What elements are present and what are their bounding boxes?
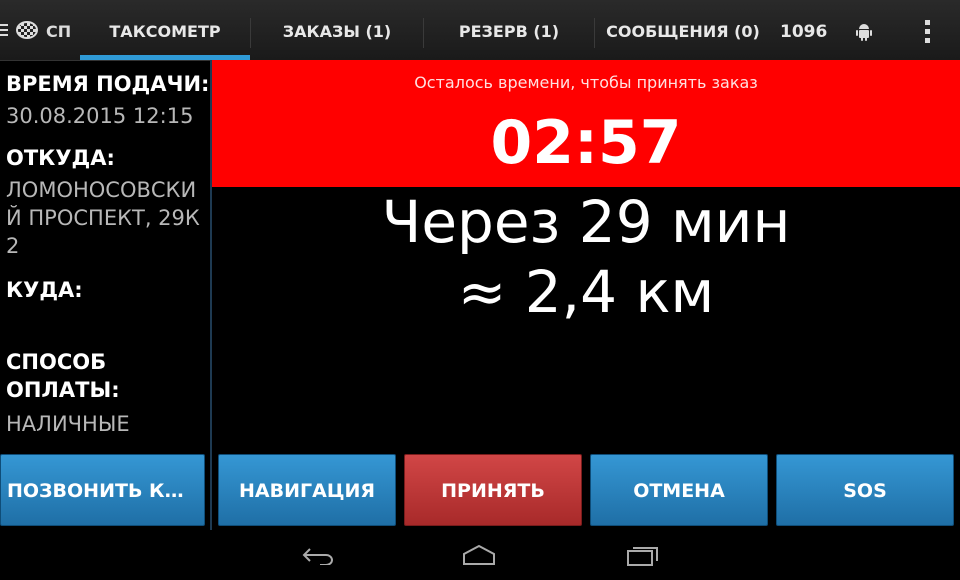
cancel-button[interactable]: ОТМЕНА (590, 454, 768, 526)
tab-messages[interactable]: СООБЩЕНИЯ (0) (598, 0, 768, 60)
tab-orders[interactable]: ЗАКАЗЫ (1) (251, 0, 423, 60)
payment-value: НАЛИЧНЫЕ (6, 412, 130, 436)
timer-countdown: 02:57 (490, 108, 682, 178)
recent-apps-icon[interactable] (626, 545, 660, 567)
accept-timer-banner: Осталось времени, чтобы принять заказ 02… (212, 60, 960, 187)
pickup-time-label: ВРЕМЯ ПОДАЧИ: (6, 72, 210, 96)
system-nav-bar (0, 530, 960, 580)
eta-time: Через 29 мин (381, 188, 791, 256)
from-label: ОТКУДА: (6, 146, 115, 170)
counter-badge: 1096 (780, 22, 828, 42)
android-icon[interactable] (855, 22, 873, 42)
accept-button[interactable]: ПРИНЯТЬ (404, 454, 582, 526)
action-bar: СП ТАКСОМЕТР ЗАКАЗЫ (1) РЕЗЕРВ (1) СООБЩ… (0, 0, 960, 61)
tab-divider (594, 18, 595, 48)
tab-taximeter[interactable]: ТАКСОМЕТР (80, 0, 250, 60)
payment-label: СПОСОБ ОПЛАТЫ: (6, 350, 120, 402)
back-icon[interactable] (302, 547, 334, 565)
menu-icon[interactable] (0, 24, 8, 38)
app-title: СП (46, 22, 72, 41)
order-info-panel: ВРЕМЯ ПОДАЧИ: 30.08.2015 12:15 ОТКУДА: Л… (0, 60, 210, 452)
to-label: КУДА: (6, 278, 83, 302)
navigation-button[interactable]: НАВИГАЦИЯ (218, 454, 396, 526)
sos-button[interactable]: SOS (776, 454, 954, 526)
from-address: ЛОМОНОСОВСКИЙ ПРОСПЕКТ, 29К2 (6, 178, 200, 258)
home-icon[interactable] (462, 544, 496, 566)
call-client-button[interactable]: ПОЗВОНИТЬ КЛИЕНТУ (0, 454, 205, 526)
taxi-logo-icon (16, 21, 38, 39)
tab-reserve[interactable]: РЕЗЕРВ (1) (424, 0, 594, 60)
pickup-time-value: 30.08.2015 12:15 (6, 104, 194, 128)
overflow-menu-icon[interactable] (925, 20, 931, 44)
eta-distance: ≈ 2,4 км (457, 258, 715, 326)
timer-caption: Осталось времени, чтобы принять заказ (414, 73, 758, 92)
